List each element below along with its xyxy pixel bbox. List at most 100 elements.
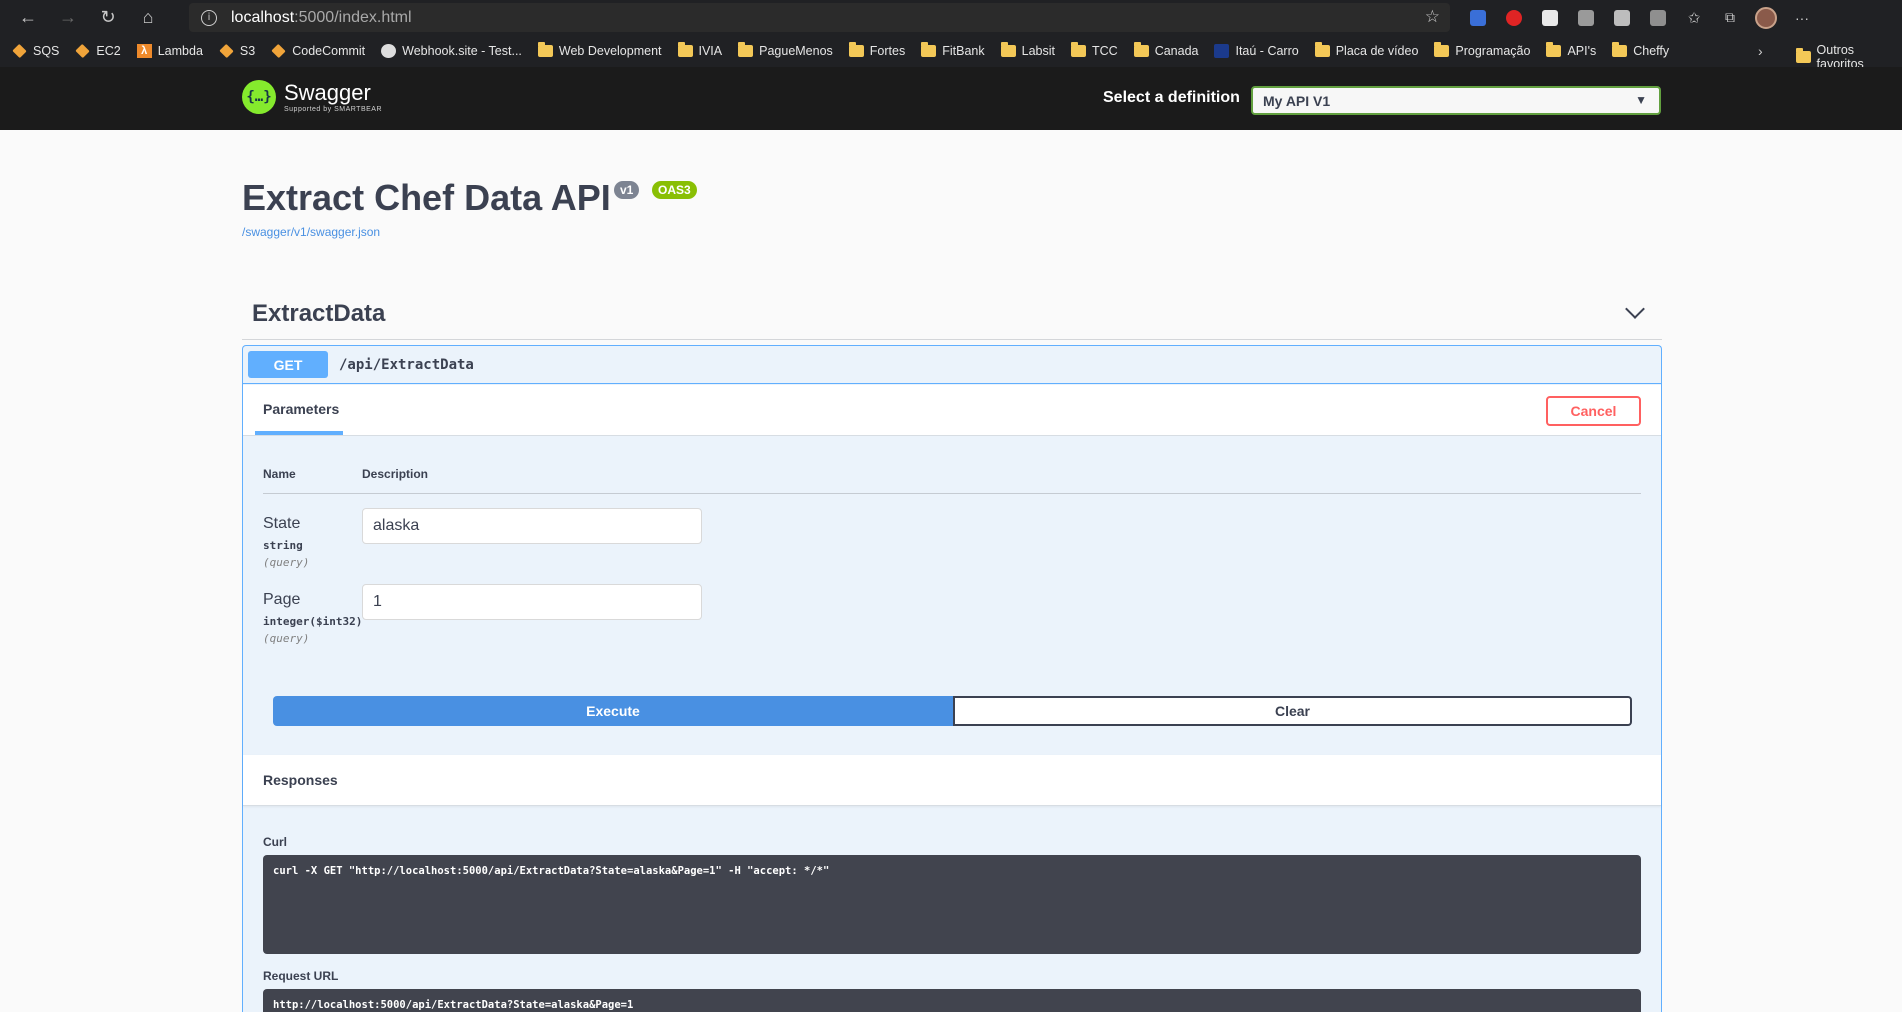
select-definition-label: Select a definition: [1103, 89, 1240, 106]
extension-6-icon[interactable]: [1640, 0, 1676, 35]
clear-button[interactable]: Clear: [953, 696, 1632, 726]
aws-icon: [219, 43, 234, 59]
param-location: (query): [263, 556, 310, 569]
folder-icon: [677, 42, 693, 57]
other-bookmarks-folder[interactable]: Outros favoritos: [1796, 43, 1902, 67]
webhook-icon: [381, 44, 397, 58]
forward-icon[interactable]: →: [48, 0, 88, 35]
lambda-icon: λ: [136, 44, 152, 58]
column-header-name: Name: [263, 467, 296, 481]
definition-select-value: My API V1: [1263, 92, 1331, 109]
api-title: Extract Chef Data API: [242, 177, 611, 218]
column-header-description: Description: [362, 467, 429, 481]
bookmark-folder[interactable]: IVIA: [677, 42, 722, 58]
logo-subtitle: Supported by SMARTBEAR: [284, 105, 383, 113]
bookmark-folder[interactable]: Fortes: [848, 42, 905, 58]
param-type: integer($int32): [263, 615, 363, 628]
tab-underline: [255, 431, 343, 435]
tag-section-header[interactable]: ExtractData: [242, 290, 1662, 340]
divider: [263, 493, 1641, 494]
request-url-label: Request URL: [263, 969, 339, 983]
chevron-down-icon[interactable]: [1625, 299, 1645, 319]
url-path: :5000/index.html: [294, 8, 412, 26]
operation-summary[interactable]: GET /api/ExtractData: [243, 346, 1661, 384]
folder-icon: [1546, 42, 1562, 57]
bookmark-folder[interactable]: TCC: [1070, 42, 1118, 58]
folder-icon: [537, 42, 553, 57]
folder-icon: [738, 42, 754, 57]
youtube-extension-icon[interactable]: [1496, 0, 1532, 35]
folder-icon: [848, 42, 864, 57]
folder-icon: [1314, 42, 1330, 57]
address-bar[interactable]: i localhost:5000/index.html ☆: [189, 3, 1450, 32]
param-location: (query): [263, 632, 310, 645]
curl-label: Curl: [263, 835, 287, 849]
bookmarks-overflow-chevron-icon[interactable]: ›: [1758, 43, 1763, 59]
swagger-topbar: {…} Swagger Supported by SMARTBEAR Selec…: [0, 67, 1902, 130]
aws-icon: [12, 43, 27, 59]
folder-icon: [1070, 42, 1086, 57]
bookmark-item[interactable]: SQS: [12, 43, 59, 59]
itau-icon: [1214, 44, 1230, 58]
version-badge: v1: [614, 181, 640, 199]
folder-icon: [1133, 42, 1149, 57]
folder-icon: [1434, 42, 1450, 57]
tag-section-title: ExtractData: [252, 300, 386, 327]
bookmark-item[interactable]: Itaú - Carro: [1214, 44, 1299, 58]
extension-icons: ✩ ⧉ ···: [1460, 0, 1820, 35]
collections-icon[interactable]: ⧉: [1712, 0, 1748, 35]
execute-button[interactable]: Execute: [273, 696, 953, 726]
folder-icon: [921, 42, 937, 57]
bookmark-item[interactable]: Webhook.site - Test...: [381, 44, 522, 58]
site-info-icon[interactable]: i: [201, 9, 217, 26]
definition-select[interactable]: My API V1 ▼: [1251, 86, 1661, 115]
favorite-star-icon[interactable]: ☆: [1425, 7, 1440, 27]
execute-controls: Execute Clear: [273, 696, 1632, 726]
extension-4-icon[interactable]: [1568, 0, 1604, 35]
operation-path: /api/ExtractData: [339, 357, 474, 373]
more-menu-icon[interactable]: ···: [1784, 0, 1820, 35]
bookmark-item[interactable]: CodeCommit: [271, 43, 365, 59]
state-input[interactable]: [362, 508, 702, 544]
folder-icon: [1612, 42, 1628, 57]
bookmark-folder[interactable]: API's: [1546, 42, 1596, 58]
extension-5-icon[interactable]: [1604, 0, 1640, 35]
chevron-down-icon: ▼: [1635, 93, 1647, 107]
http-method-badge: GET: [248, 351, 328, 378]
curl-code-block[interactable]: curl -X GET "http://localhost:5000/api/E…: [263, 855, 1641, 954]
favorites-icon[interactable]: ✩: [1676, 0, 1712, 35]
bookmark-folder[interactable]: PagueMenos: [738, 42, 833, 58]
aws-icon: [75, 43, 91, 59]
url-host: localhost: [231, 8, 295, 26]
extension-1-icon[interactable]: [1460, 0, 1496, 35]
tab-parameters[interactable]: Parameters: [263, 401, 339, 417]
cancel-button[interactable]: Cancel: [1546, 396, 1641, 426]
home-icon[interactable]: ⌂: [128, 0, 168, 35]
swagger-logo[interactable]: {…} Swagger Supported by SMARTBEAR: [242, 80, 382, 114]
bookmark-folder[interactable]: Cheffy: [1612, 42, 1669, 58]
bookmark-item[interactable]: S3: [219, 43, 255, 59]
bookmark-folder[interactable]: Canada: [1133, 42, 1198, 58]
back-icon[interactable]: ←: [8, 0, 48, 35]
request-url-code-block[interactable]: http://localhost:5000/api/ExtractData?St…: [263, 989, 1641, 1012]
param-type: string: [263, 539, 303, 552]
param-name: Page: [263, 591, 301, 608]
bookmark-item[interactable]: EC2: [75, 43, 121, 59]
bookmark-item[interactable]: λ Lambda: [136, 44, 203, 58]
browser-toolbar: ← → ↻ ⌂ i localhost:5000/index.html ☆ ✩ …: [0, 0, 1902, 35]
oas-badge: OAS3: [652, 181, 697, 199]
profile-avatar[interactable]: [1748, 0, 1784, 35]
folder-icon: [1796, 48, 1811, 63]
bookmark-folder[interactable]: Labsit: [1000, 42, 1055, 58]
bookmark-folder[interactable]: Placa de vídeo: [1314, 42, 1418, 58]
page-input[interactable]: [362, 584, 702, 620]
bookmark-folder[interactable]: Web Development: [537, 42, 662, 58]
bookmark-folder[interactable]: Programação: [1434, 42, 1530, 58]
spec-url-link[interactable]: /swagger/v1/swagger.json: [242, 225, 380, 239]
parameters-header: Parameters: [243, 385, 1661, 436]
param-name: State: [263, 515, 301, 532]
reload-icon[interactable]: ↻: [88, 0, 128, 35]
extension-3-icon[interactable]: [1532, 0, 1568, 35]
operation-block: GET /api/ExtractData Parameters Cancel N…: [242, 345, 1662, 1012]
bookmark-folder[interactable]: FitBank: [921, 42, 985, 58]
